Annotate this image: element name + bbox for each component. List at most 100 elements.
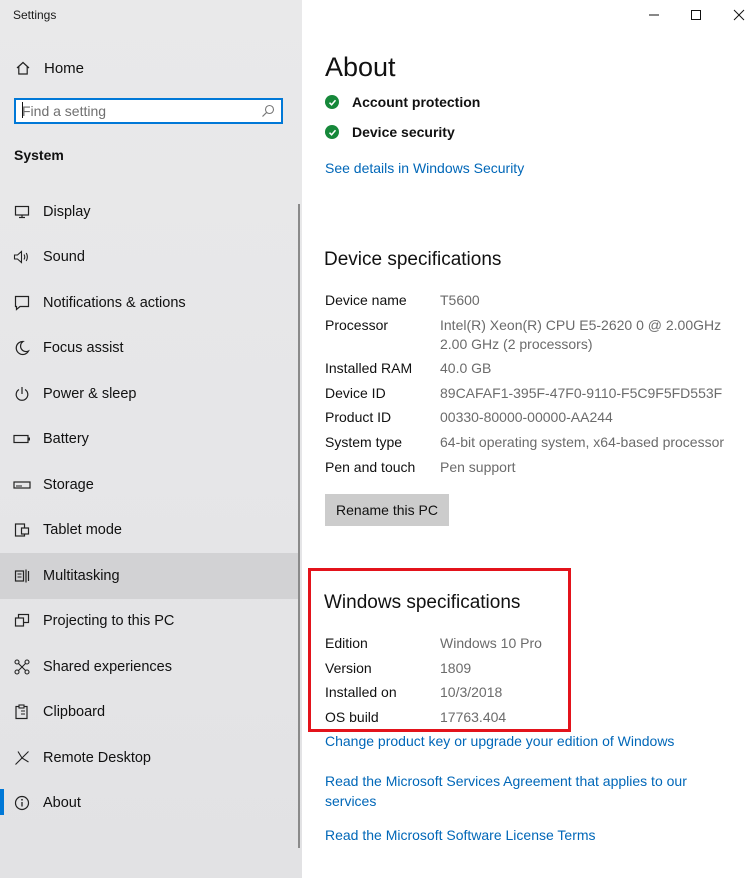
sidebar-item-label: Shared experiences (43, 658, 172, 675)
minimize-button[interactable] (639, 4, 669, 26)
sidebar-item-about[interactable]: About (0, 781, 298, 827)
search-icon[interactable] (261, 104, 275, 118)
check-icon (325, 95, 339, 109)
minimize-icon (649, 14, 659, 16)
sidebar-item-label: Multitasking (43, 567, 120, 584)
processor-line-1: Intel(R) Xeon(R) CPU E5-2620 0 @ 2.00GHz (440, 316, 722, 333)
maximize-button[interactable] (681, 4, 711, 26)
sidebar-item-label: About (43, 795, 81, 812)
spec-row: Device name T5600 (325, 291, 735, 310)
sidebar: Settings Home System Display Sound Notif… (0, 0, 302, 878)
sidebar-item-projecting[interactable]: Projecting to this PC (0, 599, 298, 645)
spec-value: T5600 (440, 292, 480, 308)
notifications-icon (13, 294, 31, 312)
processor-line-2: 2.00 GHz (2 processors) (440, 335, 593, 352)
sidebar-item-label: Tablet mode (43, 522, 122, 539)
sidebar-item-focus-assist[interactable]: Focus assist (0, 326, 298, 372)
multitasking-icon (13, 567, 31, 585)
spec-key: Pen and touch (325, 458, 416, 475)
sidebar-item-shared-experiences[interactable]: Shared experiences (0, 644, 298, 690)
system-nav-list: Display Sound Notifications & actions Fo… (0, 189, 298, 826)
sidebar-item-notifications[interactable]: Notifications & actions (0, 280, 298, 326)
account-protection-label: Account protection (352, 94, 481, 110)
device-security-status: Device security (325, 124, 455, 140)
spec-row: Processor Intel(R) Xeon(R) CPU E5-2620 0 … (325, 316, 735, 354)
spec-key: Installed RAM (325, 360, 413, 377)
license-terms-link[interactable]: Read the Microsoft Software License Term… (325, 827, 596, 843)
spec-value: 64-bit operating system, x64-based proce… (440, 433, 725, 450)
speaker-icon (13, 248, 31, 266)
check-icon (325, 125, 339, 139)
home-label: Home (44, 59, 85, 77)
spec-row: Installed RAM 40.0 GB (325, 359, 735, 378)
page-title: About (325, 52, 396, 82)
spec-row: Product ID 00330-80000-00000-AA244 (325, 408, 735, 427)
sidebar-item-label: Sound (43, 249, 85, 266)
maximize-icon (691, 10, 701, 20)
device-security-label: Device security (352, 124, 455, 140)
battery-icon (13, 430, 31, 448)
sidebar-item-remote-desktop[interactable]: Remote Desktop (0, 735, 298, 781)
sidebar-item-label: Power & sleep (43, 385, 137, 402)
sidebar-item-multitasking[interactable]: Multitasking (0, 553, 298, 599)
close-button[interactable] (724, 4, 754, 26)
sidebar-item-label: Storage (43, 476, 94, 493)
sidebar-item-label: Focus assist (43, 340, 124, 357)
sidebar-item-label: Notifications & actions (43, 294, 186, 311)
windows-security-link[interactable]: See details in Windows Security (325, 160, 524, 176)
clipboard-icon (13, 703, 31, 721)
device-specs-table: Device name T5600 Processor Intel(R) Xeon(… (325, 291, 735, 482)
spec-key: System type (325, 433, 403, 450)
sidebar-item-label: Remote Desktop (43, 749, 151, 766)
spec-key: Device ID (325, 384, 386, 401)
spec-value: Pen support (440, 458, 516, 475)
rename-pc-button[interactable]: Rename this PC (325, 494, 449, 526)
power-icon (13, 385, 31, 403)
device-specs-heading: Device specifications (324, 249, 502, 270)
spec-key: Processor (325, 316, 389, 333)
spec-row: Device ID 89CAFAF1-395F-47F0-9110-F5C9F5F… (325, 384, 735, 403)
sidebar-item-battery[interactable]: Battery (0, 417, 298, 463)
sidebar-scrollbar[interactable] (298, 204, 300, 848)
sidebar-item-sound[interactable]: Sound (0, 235, 298, 281)
section-title: System (14, 147, 64, 163)
remote-desktop-icon (13, 749, 31, 767)
shared-experiences-icon (13, 658, 31, 676)
change-product-key-link[interactable]: Change product key or upgrade your editi… (325, 733, 674, 749)
search-box[interactable] (14, 98, 283, 124)
spec-key: Device name (325, 292, 407, 308)
sidebar-item-label: Clipboard (43, 704, 106, 721)
spec-value: 89CAFAF1-395F-47F0-9110-F5C9F5FD553F (440, 384, 723, 401)
info-icon (13, 794, 31, 812)
sidebar-item-clipboard[interactable]: Clipboard (0, 690, 298, 736)
sidebar-item-label: Battery (43, 431, 89, 448)
sidebar-item-label: Projecting to this PC (43, 613, 175, 630)
spec-key: Product ID (325, 409, 392, 426)
services-agreement-line-2: services (325, 793, 377, 809)
account-protection-status: Account protection (325, 94, 480, 110)
sidebar-item-tablet-mode[interactable]: Tablet mode (0, 508, 298, 554)
spec-value: 40.0 GB (440, 360, 492, 377)
moon-icon (13, 339, 31, 357)
spec-value: Intel(R) Xeon(R) CPU E5-2620 0 @ 2.00GHz… (440, 316, 735, 354)
tablet-mode-icon (13, 521, 31, 539)
home-icon (14, 60, 32, 76)
window-title: Settings (13, 8, 57, 22)
sidebar-item-display[interactable]: Display (0, 189, 298, 235)
storage-icon (13, 476, 31, 494)
spec-value: 00330-80000-00000-AA244 (440, 409, 613, 426)
close-icon (733, 9, 745, 21)
home-nav-item[interactable]: Home (0, 52, 302, 84)
projecting-icon (13, 612, 31, 630)
search-input[interactable] (16, 100, 252, 122)
text-caret (22, 102, 23, 118)
spec-row: Pen and touch Pen support (325, 458, 735, 477)
services-agreement-line-1: Read the Microsoft Services Agreement th… (325, 773, 687, 789)
sidebar-item-label: Display (43, 203, 91, 220)
sidebar-item-storage[interactable]: Storage (0, 462, 298, 508)
services-agreement-link[interactable]: Read the Microsoft Services Agreement th… (325, 771, 687, 811)
sidebar-item-power-sleep[interactable]: Power & sleep (0, 371, 298, 417)
display-icon (13, 203, 31, 221)
spec-row: System type 64-bit operating system, x64-… (325, 433, 735, 452)
highlight-annotation-box (308, 568, 571, 732)
